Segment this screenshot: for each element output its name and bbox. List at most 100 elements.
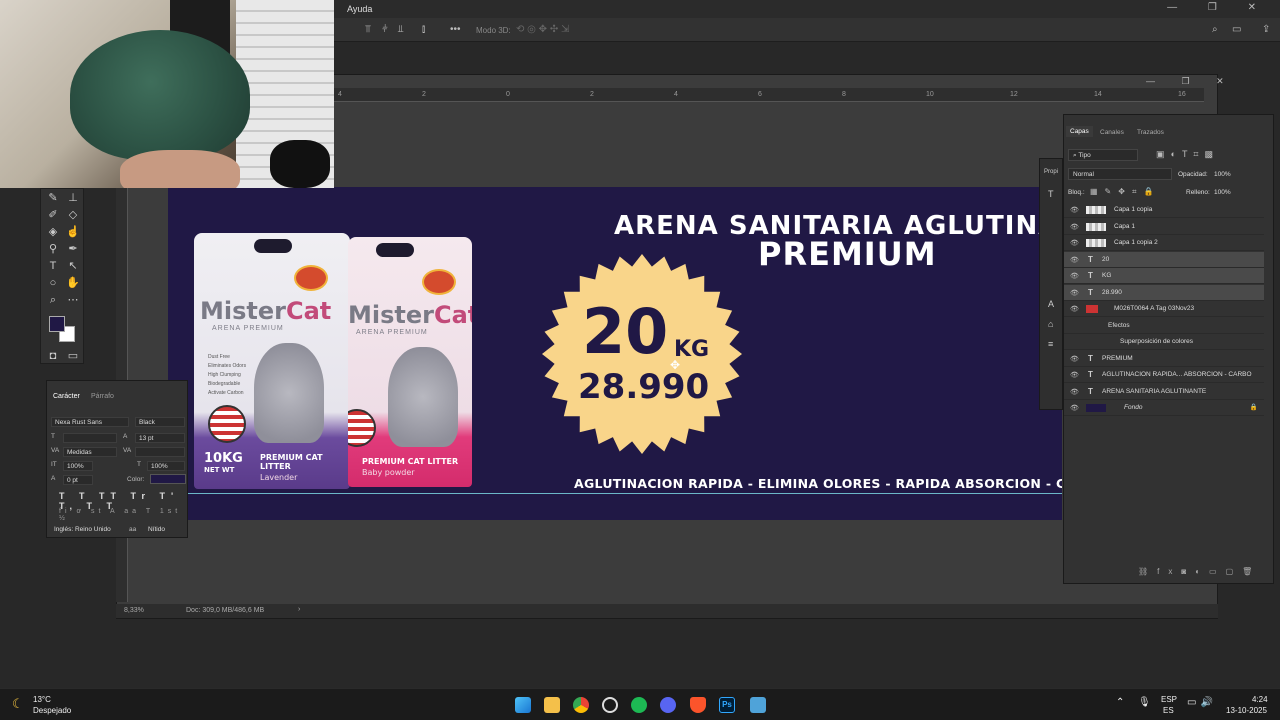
screen-mode-icon[interactable]: ▭: [65, 349, 81, 363]
hand-tool-icon[interactable]: ✋: [65, 276, 81, 290]
layer-row[interactable]: 👁 T ARENA SANITARIA AGLUTINANTE: [1064, 384, 1264, 400]
visibility-eye-icon[interactable]: 👁: [1070, 256, 1079, 264]
lang-secondary[interactable]: ES: [1163, 706, 1174, 715]
align-top-icon[interactable]: ⫪: [365, 24, 371, 35]
opentype-buttons[interactable]: fi ơ st A aa T 1st ½: [59, 508, 187, 522]
dodge-tool-icon[interactable]: ⚲: [45, 242, 61, 256]
visibility-eye-icon[interactable]: 👁: [1070, 272, 1079, 280]
visibility-eye-icon[interactable]: 👁: [1070, 305, 1079, 313]
vertical-scale-field[interactable]: 100%: [63, 461, 93, 471]
menu-help[interactable]: Ayuda: [347, 4, 372, 14]
horizontal-scale-field[interactable]: 100%: [147, 461, 185, 471]
paragraph-icon[interactable]: ≡: [1048, 339, 1053, 349]
blend-mode-select[interactable]: Normal: [1068, 168, 1172, 180]
stamp-tool-icon[interactable]: ⊥: [65, 191, 81, 205]
brush-tool-icon[interactable]: ✎: [45, 191, 61, 205]
layer-filter-select[interactable]: ⌕ Tipo: [1068, 149, 1138, 161]
visibility-eye-icon[interactable]: 👁: [1070, 371, 1079, 379]
layer-row[interactable]: 👁 T 20: [1064, 251, 1264, 268]
font-size-left-field[interactable]: [63, 433, 117, 443]
network-volume-icons[interactable]: ▭🔊: [1187, 697, 1217, 708]
obs-icon[interactable]: [602, 697, 618, 713]
foreground-color-swatch[interactable]: [49, 316, 65, 332]
quick-mask-icon[interactable]: ◘: [45, 349, 61, 363]
align-bottom-icon[interactable]: ⫫: [398, 24, 404, 35]
doc-window-controls[interactable]: — ❐ ✕: [1146, 76, 1236, 87]
pen-tool-icon[interactable]: ✒: [65, 242, 81, 256]
weather-temp[interactable]: 13°C: [33, 695, 51, 704]
clock-time[interactable]: 4:24: [1252, 695, 1268, 704]
visibility-eye-icon[interactable]: 👁: [1070, 289, 1079, 297]
text-props-icon[interactable]: T: [1048, 189, 1054, 199]
baseline-field[interactable]: 0 pt: [63, 475, 93, 485]
kerning-select[interactable]: Medidas: [63, 447, 117, 457]
leading-field[interactable]: 13 pt: [135, 433, 185, 443]
path-select-icon[interactable]: ↖: [65, 259, 81, 273]
type-tool-icon[interactable]: T: [45, 259, 61, 273]
layer-row[interactable]: 👁 T KG: [1064, 268, 1264, 284]
eraser-tool-icon[interactable]: ◇: [65, 208, 81, 222]
distribute-icon[interactable]: ⫾: [422, 24, 425, 35]
weather-desc[interactable]: Despejado: [33, 706, 71, 715]
3d-rotate-icon[interactable]: ⟲ ◎ ✥ ✣ ⇲: [516, 24, 569, 35]
tab-channels[interactable]: Canales: [1100, 129, 1124, 136]
discord-icon[interactable]: [660, 697, 676, 713]
tab-paragraph[interactable]: Párrafo: [91, 393, 114, 400]
artwork-canvas[interactable]: MisterCat ARENA PREMIUM Dust Free Elimin…: [168, 187, 1062, 520]
tab-character[interactable]: Carácter: [53, 393, 80, 400]
visibility-eye-icon[interactable]: 👁: [1070, 239, 1079, 247]
lang-primary[interactable]: ESP: [1161, 695, 1177, 704]
visibility-eye-icon[interactable]: 👁: [1070, 223, 1079, 231]
layer-row[interactable]: 👁 🔒 Fondo: [1064, 400, 1264, 416]
layer-row[interactable]: Efectos: [1064, 318, 1264, 334]
microphone-icon[interactable]: 🎙: [1138, 697, 1151, 708]
opacity-value[interactable]: 100%: [1214, 171, 1231, 178]
start-icon[interactable]: [515, 697, 531, 713]
smudge-tool-icon[interactable]: ☝: [65, 225, 81, 239]
clock-date[interactable]: 13-10-2025: [1226, 706, 1267, 715]
notepad-icon[interactable]: [750, 697, 766, 713]
character-panel-icon[interactable]: A: [1048, 299, 1054, 309]
tab-layers[interactable]: Capas: [1066, 126, 1093, 137]
window-controls[interactable]: — ❐ ✕: [1167, 2, 1270, 13]
layer-row[interactable]: 👁 T PREMIUM: [1064, 351, 1264, 367]
layer-row[interactable]: 👁 T 28.990: [1064, 284, 1264, 301]
tray-chevron-icon[interactable]: ⌃: [1116, 697, 1124, 708]
layer-row[interactable]: Superposición de colores: [1064, 334, 1264, 350]
font-family-select[interactable]: Nexa Rust Sans: [51, 417, 129, 427]
ellipse-tool-icon[interactable]: ○: [45, 276, 61, 290]
layer-row[interactable]: 👁 T AGLUTINACION RAPIDA... ABSORCION - CAR…: [1064, 367, 1264, 383]
share-icon[interactable]: ⇪: [1262, 24, 1270, 35]
search-icon[interactable]: ⌕: [1212, 24, 1218, 35]
workspace-icon[interactable]: ▭: [1232, 24, 1241, 35]
lock-icons[interactable]: ▦✎✥⌗🔒: [1090, 187, 1160, 197]
photoshop-icon[interactable]: Ps: [719, 697, 735, 713]
layer-row[interactable]: 👁 Capa 1 copia 2: [1064, 235, 1264, 251]
more-tools-icon[interactable]: ⋯: [65, 293, 81, 307]
align-middle-icon[interactable]: ⫩: [382, 24, 388, 35]
glyphs-icon[interactable]: ⌂: [1048, 319, 1053, 329]
visibility-eye-icon[interactable]: 👁: [1070, 388, 1079, 396]
layer-row[interactable]: 👁 Capa 1 copia: [1064, 202, 1264, 218]
visibility-eye-icon[interactable]: 👁: [1070, 355, 1079, 363]
zoom-level[interactable]: 8,33%: [124, 607, 144, 614]
layer-row[interactable]: 👁 Capa 1: [1064, 219, 1264, 235]
fill-value[interactable]: 100%: [1214, 189, 1231, 196]
layer-footer-icons[interactable]: ⛓fx◙◐▭▢🗑: [1138, 567, 1261, 576]
text-color-swatch[interactable]: [150, 474, 186, 484]
spotify-icon[interactable]: [631, 697, 647, 713]
visibility-eye-icon[interactable]: 👁: [1070, 206, 1079, 214]
filter-icons[interactable]: ▣◐T⌗▩: [1156, 149, 1219, 160]
status-menu-icon[interactable]: ›: [298, 606, 300, 613]
antialias-select[interactable]: Nítido: [145, 525, 185, 535]
visibility-eye-icon[interactable]: 👁: [1070, 404, 1079, 412]
tab-paths[interactable]: Trazados: [1137, 129, 1164, 136]
weather-icon[interactable]: ☾: [12, 696, 24, 712]
properties-tab[interactable]: Propi: [1044, 169, 1058, 175]
zoom-tool-icon[interactable]: ⌕: [45, 293, 61, 307]
file-explorer-icon[interactable]: [544, 697, 560, 713]
tracking-field[interactable]: [135, 447, 185, 457]
layer-row[interactable]: 👁 M026T0064 A Tag 03Nov23: [1064, 301, 1264, 317]
brave-icon[interactable]: [690, 697, 706, 713]
chrome-icon[interactable]: [573, 697, 589, 713]
